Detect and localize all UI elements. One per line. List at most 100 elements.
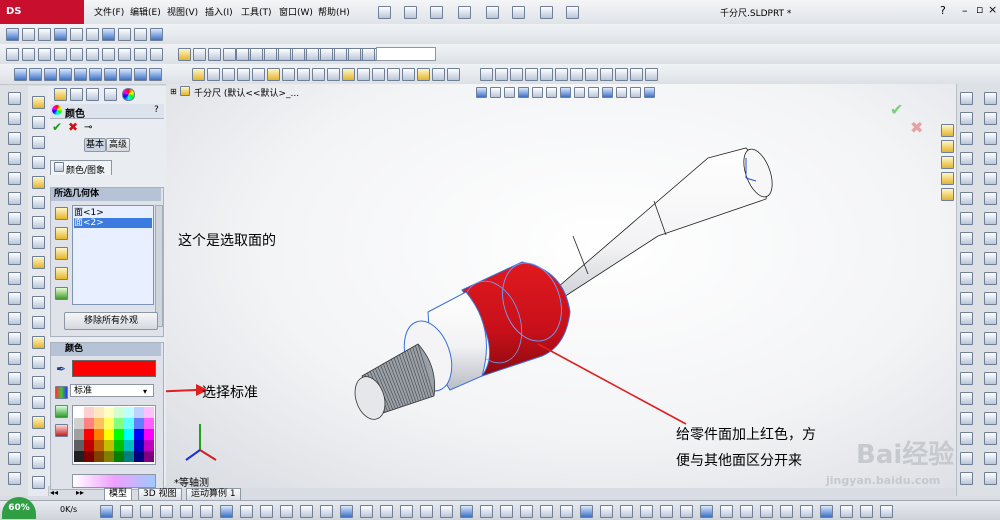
left-tool-icon[interactable] [32, 356, 45, 369]
palette-color-cell[interactable] [74, 440, 84, 451]
toolbar-tool-icon[interactable] [86, 28, 99, 41]
task-pane-icon[interactable] [941, 140, 954, 153]
right-tool-icon[interactable] [960, 412, 973, 425]
right-tool-icon[interactable] [960, 132, 973, 145]
status-tool-icon[interactable] [100, 505, 113, 518]
rebuild-icon[interactable] [540, 6, 553, 19]
left-tool-icon[interactable] [8, 172, 21, 185]
status-tool-icon[interactable] [480, 505, 493, 518]
left-tool-icon[interactable] [32, 256, 45, 269]
right-tool-icon[interactable] [960, 332, 973, 345]
cancel-icon[interactable]: ✖ [68, 120, 78, 134]
palette-color-cell[interactable] [94, 418, 104, 429]
sketch-tool-icon[interactable] [342, 68, 355, 81]
status-tool-icon[interactable] [280, 505, 293, 518]
sketch-tool-icon[interactable] [447, 68, 460, 81]
micrometer-model[interactable] [166, 84, 956, 488]
left-tool-icon[interactable] [8, 192, 21, 205]
layer-dropdown[interactable] [376, 47, 436, 61]
pm-scrollbar[interactable] [155, 205, 163, 327]
right-tool-icon[interactable] [960, 452, 973, 465]
right-tool-icon[interactable] [960, 372, 973, 385]
display-manager-tab-icon[interactable] [122, 88, 135, 101]
task-pane-icon[interactable] [941, 156, 954, 169]
view-orientation-icon[interactable] [74, 68, 87, 81]
right-tool-icon[interactable] [960, 112, 973, 125]
right-tool-icon[interactable] [960, 212, 973, 225]
toolbar-tool-icon[interactable] [178, 48, 191, 61]
left-tool-icon[interactable] [32, 156, 45, 169]
right-tool-icon[interactable] [984, 292, 997, 305]
left-tool-icon[interactable] [32, 236, 45, 249]
palette-color-cell[interactable] [74, 429, 84, 440]
dimxpert-tab-icon[interactable] [104, 88, 117, 101]
add-swatch-icon[interactable] [55, 405, 68, 418]
palette-color-cell[interactable] [114, 440, 124, 451]
right-tool-icon[interactable] [960, 292, 973, 305]
toolbar-tool-icon[interactable] [86, 48, 99, 61]
palette-color-cell[interactable] [114, 451, 124, 462]
left-tool-icon[interactable] [32, 476, 45, 489]
sketch-tool-icon[interactable] [282, 68, 295, 81]
status-tool-icon[interactable] [140, 505, 153, 518]
status-tool-icon[interactable] [380, 505, 393, 518]
status-tool-icon[interactable] [600, 505, 613, 518]
view-orientation-icon[interactable] [119, 68, 132, 81]
palette-color-cell[interactable] [104, 429, 114, 440]
right-tool-icon[interactable] [960, 352, 973, 365]
right-tool-icon[interactable] [984, 472, 997, 485]
toolbar-tool-icon[interactable] [320, 48, 333, 61]
restore-icon[interactable]: ▫ [976, 3, 983, 16]
status-tool-icon[interactable] [400, 505, 413, 518]
feature-tool-icon[interactable] [540, 68, 553, 81]
toolbar-tool-icon[interactable] [118, 48, 131, 61]
right-tool-icon[interactable] [984, 332, 997, 345]
palette-color-cell[interactable] [104, 440, 114, 451]
menu-insert[interactable]: 插入(I) [205, 5, 233, 18]
feature-tool-icon[interactable] [600, 68, 613, 81]
left-tool-icon[interactable] [8, 432, 21, 445]
status-tool-icon[interactable] [360, 505, 373, 518]
pushpin-icon[interactable]: ⊸ [84, 122, 92, 133]
toolbar-tool-icon[interactable] [22, 28, 35, 41]
close-icon[interactable]: × [988, 3, 997, 16]
select-part-icon[interactable] [55, 267, 68, 280]
toolbar-tool-icon[interactable] [193, 48, 206, 61]
feature-tool-icon[interactable] [570, 68, 583, 81]
configuration-tab-icon[interactable] [86, 88, 99, 101]
toolbar-tool-icon[interactable] [334, 48, 347, 61]
toolbar-tool-icon[interactable] [134, 48, 147, 61]
select-component-icon[interactable] [55, 287, 68, 300]
palette-color-cell[interactable] [134, 407, 144, 418]
status-tool-icon[interactable] [780, 505, 793, 518]
palette-color-cell[interactable] [84, 418, 94, 429]
status-tool-icon[interactable] [880, 505, 893, 518]
right-tool-icon[interactable] [984, 112, 997, 125]
status-tool-icon[interactable] [640, 505, 653, 518]
status-tool-icon[interactable] [760, 505, 773, 518]
right-tool-icon[interactable] [960, 272, 973, 285]
feature-tool-icon[interactable] [630, 68, 643, 81]
left-tool-icon[interactable] [32, 216, 45, 229]
palette-color-cell[interactable] [124, 429, 134, 440]
palette-color-cell[interactable] [94, 429, 104, 440]
sketch-tool-icon[interactable] [192, 68, 205, 81]
toolbar-tool-icon[interactable] [6, 48, 19, 61]
sketch-tool-icon[interactable] [267, 68, 280, 81]
palette-color-cell[interactable] [124, 418, 134, 429]
menu-edit[interactable]: 编辑(E) [130, 5, 161, 18]
palette-color-cell[interactable] [94, 407, 104, 418]
right-tool-icon[interactable] [984, 432, 997, 445]
toolbar-tool-icon[interactable] [38, 28, 51, 41]
palette-color-cell[interactable] [114, 418, 124, 429]
toolbar-tool-icon[interactable] [150, 48, 163, 61]
left-tool-icon[interactable] [32, 316, 45, 329]
color-swatch[interactable] [72, 360, 156, 377]
left-tool-icon[interactable] [32, 376, 45, 389]
palette-color-cell[interactable] [104, 418, 114, 429]
right-tool-icon[interactable] [984, 92, 997, 105]
right-tool-icon[interactable] [960, 312, 973, 325]
feature-tool-icon[interactable] [525, 68, 538, 81]
right-tool-icon[interactable] [960, 432, 973, 445]
palette-color-cell[interactable] [134, 451, 144, 462]
